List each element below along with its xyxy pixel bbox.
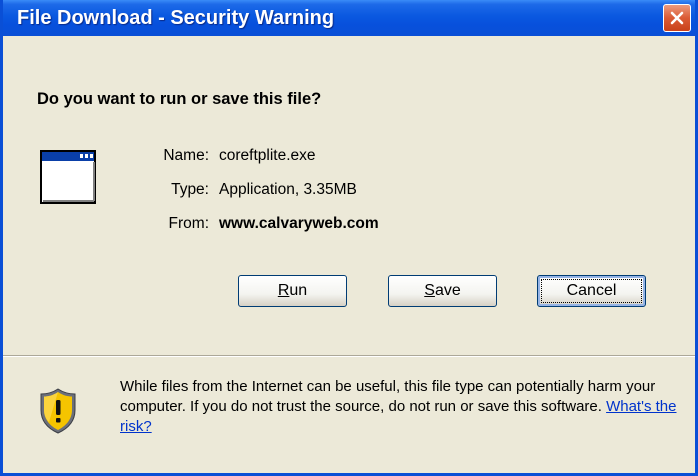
run-button[interactable]: Run (238, 275, 347, 307)
cancel-label: Cancel (541, 279, 642, 303)
run-mnemonic: R (277, 282, 290, 299)
security-shield-icon (40, 388, 76, 434)
save-mnemonic: S (424, 282, 435, 299)
file-type-row: Type: Application, 3.35MB (3, 181, 693, 203)
file-name-value: coreftplite.exe (219, 147, 316, 164)
section-divider (3, 355, 695, 357)
name-label: Name: (163, 147, 209, 164)
window-title: File Download - Security Warning (17, 7, 335, 29)
close-button[interactable] (663, 4, 691, 32)
save-label: ave (434, 282, 461, 299)
run-label: un (289, 282, 308, 299)
warning-message: While files from the Internet can be use… (120, 378, 656, 415)
from-label: From: (168, 215, 209, 232)
file-type-value: Application, 3.35MB (219, 181, 357, 198)
file-source-row: From: www.calvaryweb.com (3, 215, 693, 237)
dialog-question: Do you want to run or save this file? (37, 90, 322, 108)
title-bar[interactable]: File Download - Security Warning (3, 0, 695, 36)
type-label: Type: (171, 181, 209, 198)
file-name-row: Name: coreftplite.exe (3, 147, 693, 169)
file-source-value: www.calvaryweb.com (219, 215, 379, 232)
security-warning-text: While files from the Internet can be use… (120, 377, 680, 437)
save-button[interactable]: Save (388, 275, 497, 307)
security-warning-dialog: File Download - Security Warning Do you … (0, 0, 698, 476)
close-icon (670, 11, 684, 25)
cancel-button[interactable]: Cancel (537, 275, 646, 307)
